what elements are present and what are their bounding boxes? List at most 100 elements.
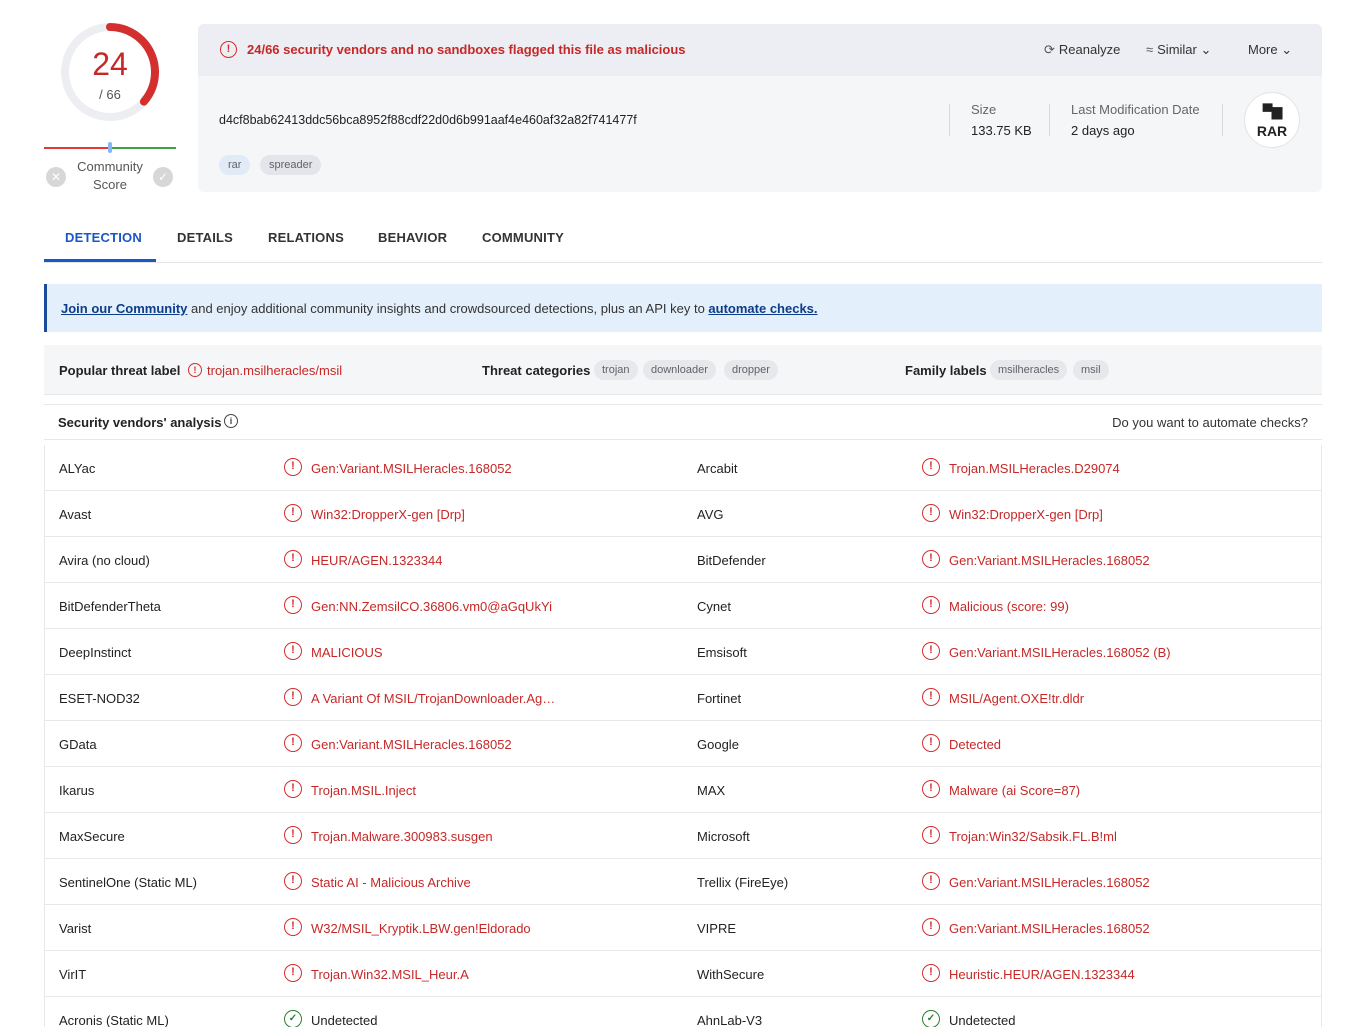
alert-icon: !	[284, 872, 302, 890]
category-pill[interactable]: dropper	[724, 360, 778, 380]
similar-button[interactable]: ≈ Similar ⌄	[1146, 42, 1211, 58]
tab-relations[interactable]: RELATIONS	[268, 230, 344, 245]
reanalyze-button[interactable]: ⟳ Reanalyze	[1044, 42, 1120, 58]
score-total: / 66	[99, 87, 121, 102]
alert-icon: !	[188, 363, 202, 377]
alert-icon: !	[922, 688, 940, 706]
detection-result[interactable]: Gen:Variant.MSILHeracles.168052	[311, 461, 512, 476]
vendor-name: Microsoft	[697, 829, 750, 844]
detection-result[interactable]: Trojan:Win32/Sabsik.FL.B!ml	[949, 829, 1117, 844]
vendor-name: Fortinet	[697, 691, 742, 706]
tab-behavior[interactable]: BEHAVIOR	[378, 230, 447, 245]
size-value: 133.75 KB	[971, 123, 1032, 138]
category-pill[interactable]: trojan	[594, 360, 638, 380]
reanalyze-label: Reanalyze	[1058, 42, 1121, 57]
table-row: MaxSecure! Trojan.Malware.300983.susgen Mi…	[45, 813, 1321, 859]
vendor-name: Avast	[59, 507, 92, 522]
vendor-name: GData	[59, 737, 97, 752]
alert-icon: !	[284, 504, 302, 522]
detection-result[interactable]: Malware (ai Score=87)	[949, 783, 1080, 798]
table-row: Varist! W32/MSIL_Kryptik.LBW.gen!Eldorado…	[45, 905, 1321, 951]
more-button[interactable]: More ⌄	[1248, 42, 1292, 58]
table-row: VirIT! Trojan.Win32.MSIL_Heur.A WithSecure…	[45, 951, 1321, 997]
automate-checks-prompt[interactable]: Do you want to automate checks?	[1112, 415, 1308, 430]
alert-icon: !	[284, 642, 302, 660]
more-label: More	[1248, 42, 1278, 57]
detection-result[interactable]: Static AI - Malicious Archive	[311, 875, 471, 890]
alert-icon: !	[922, 964, 940, 982]
vendor-name: Cynet	[697, 599, 731, 614]
alert-icon: !	[284, 596, 302, 614]
vendor-name: VIPRE	[697, 921, 737, 936]
tab-details[interactable]: DETAILS	[177, 230, 233, 245]
popular-threat-value[interactable]: trojan.msilheracles/msil	[207, 363, 342, 378]
detection-result[interactable]: Heuristic.HEUR/AGEN.1323344	[949, 967, 1135, 982]
table-row: GData! Gen:Variant.MSILHeracles.168052 Goo…	[45, 721, 1321, 767]
vote-harmful-icon[interactable]: ✕	[46, 167, 66, 187]
category-pill[interactable]: downloader	[643, 360, 716, 380]
family-pill[interactable]: msil	[1073, 360, 1109, 380]
table-row: BitDefenderTheta! Gen:NN.ZemsilCO.36806.v…	[45, 583, 1321, 629]
alert-icon: !	[284, 964, 302, 982]
detection-result[interactable]: MSIL/Agent.OXE!tr.dldr	[949, 691, 1084, 706]
vendor-name: AVG	[697, 507, 724, 522]
tab-detection[interactable]: DETECTION	[65, 230, 142, 245]
detection-result: Undetected	[311, 1013, 378, 1027]
detection-result[interactable]: MALICIOUS	[311, 645, 383, 660]
detection-result[interactable]: Trojan.MSIL.Inject	[311, 783, 416, 798]
detection-result[interactable]: Trojan.MSILHeracles.D29074	[949, 461, 1120, 476]
divider	[1049, 104, 1050, 136]
detection-result[interactable]: Win32:DropperX-gen [Drp]	[949, 507, 1103, 522]
family-pill[interactable]: msilheracles	[990, 360, 1068, 380]
table-row: Acronis (Static ML) ✓ Undetected AhnLab-V3 ✓…	[45, 997, 1321, 1027]
file-type-badge: ▀▆ RAR	[1244, 92, 1300, 148]
alert-bar: ! 24/66 security vendors and no sandboxe…	[198, 24, 1322, 76]
vote-harmless-icon[interactable]: ✓	[153, 167, 173, 187]
divider	[1222, 104, 1223, 136]
detection-result[interactable]: Gen:Variant.MSILHeracles.168052	[949, 875, 1150, 890]
alert-icon: !	[284, 734, 302, 752]
detection-result[interactable]: Trojan.Win32.MSIL_Heur.A	[311, 967, 469, 982]
detection-result[interactable]: Trojan.Malware.300983.susgen	[311, 829, 493, 844]
tab-community[interactable]: COMMUNITY	[482, 230, 564, 245]
chevron-down-icon: ⌄	[1200, 42, 1212, 57]
threat-categories-label: Threat categories	[482, 363, 591, 378]
vendor-name: SentinelOne (Static ML)	[59, 875, 198, 890]
vendor-name: BitDefender	[697, 553, 766, 568]
alert-icon: !	[922, 550, 940, 568]
detection-result[interactable]: A Variant Of MSIL/TrojanDownloader.Ag…	[311, 691, 555, 706]
detection-result[interactable]: Malicious (score: 99)	[949, 599, 1069, 614]
tag-rar[interactable]: rar	[219, 155, 251, 175]
detection-result[interactable]: HEUR/AGEN.1323344	[311, 553, 443, 568]
join-community-link[interactable]: Join our Community	[61, 301, 187, 316]
table-row: Avast! Win32:DropperX-gen [Drp] AVG! Win32:…	[45, 491, 1321, 537]
vendors-title: Security vendors' analysis	[58, 415, 222, 430]
score-detected: 24	[92, 46, 128, 82]
automate-checks-link[interactable]: automate checks.	[708, 301, 817, 316]
alert-icon: !	[922, 734, 940, 752]
vendor-name: WithSecure	[697, 967, 765, 982]
detection-result[interactable]: Gen:Variant.MSILHeracles.168052	[949, 553, 1150, 568]
detection-result[interactable]: Gen:Variant.MSILHeracles.168052	[311, 737, 512, 752]
table-row: ALYac! Gen:Variant.MSILHeracles.168052 Arc…	[45, 445, 1321, 491]
similar-label: Similar	[1157, 42, 1197, 57]
tag-spreader[interactable]: spreader	[260, 155, 322, 175]
detection-result[interactable]: W32/MSIL_Kryptik.LBW.gen!Eldorado	[311, 921, 531, 936]
info-icon[interactable]: i	[224, 414, 238, 428]
vendor-name: Google	[697, 737, 739, 752]
detection-result[interactable]: Win32:DropperX-gen [Drp]	[311, 507, 465, 522]
detection-result[interactable]: Gen:Variant.MSILHeracles.168052	[949, 921, 1150, 936]
table-row: DeepInstinct! MALICIOUS Emsisoft! Gen:Varia…	[45, 629, 1321, 675]
last-modification-value: 2 days ago	[1071, 123, 1135, 138]
popular-threat-label: Popular threat label	[59, 363, 181, 378]
chevron-down-icon: ⌄	[1281, 42, 1293, 57]
check-icon: ✓	[922, 1010, 940, 1027]
refresh-icon: ⟳	[1044, 42, 1055, 57]
detection-result[interactable]: Gen:Variant.MSILHeracles.168052 (B)	[949, 645, 1171, 660]
detection-result[interactable]: Gen:NN.ZemsilCO.36806.vm0@aGqUkYi	[311, 599, 552, 614]
alert-icon: !	[922, 872, 940, 890]
file-hash[interactable]: d4cf8bab62413ddc56bca8952f88cdf22d0d6b99…	[219, 113, 637, 127]
alert-icon: !	[284, 458, 302, 476]
detection-result[interactable]: Detected	[949, 737, 1001, 752]
alert-icon: !	[922, 458, 940, 476]
